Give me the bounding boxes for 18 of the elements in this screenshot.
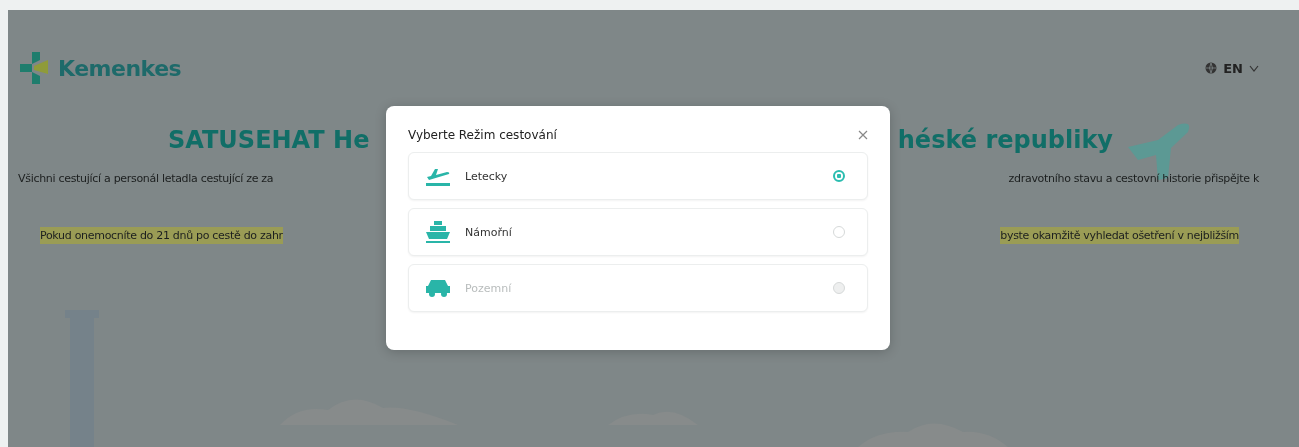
brand-logo: Kemenkes bbox=[58, 55, 182, 81]
globe-icon bbox=[1205, 62, 1218, 74]
radio-button[interactable] bbox=[833, 170, 845, 182]
intro-text: zdravotního stavu a cestovní historie přispějte k bbox=[1008, 172, 1259, 185]
close-button[interactable] bbox=[858, 130, 868, 140]
language-selector[interactable]: EN bbox=[1205, 60, 1259, 76]
intro-text: Všichni cestující a personál letadla cestující ze za bbox=[18, 172, 274, 185]
page-title: SATUSEHAT He bbox=[168, 126, 370, 154]
radio-button[interactable] bbox=[833, 226, 845, 238]
chevron-down-icon bbox=[1249, 64, 1259, 72]
car-icon bbox=[425, 278, 451, 298]
travel-mode-option[interactable]: Letecky bbox=[408, 152, 868, 200]
warning-text: Pokud onemocníte do 21 dnů po cestě do zahr bbox=[40, 227, 283, 244]
warning-text: byste okamžitě vyhledat ošetření v nejbližším bbox=[1000, 227, 1239, 244]
ship-icon bbox=[425, 220, 451, 244]
travel-mode-option[interactable]: Námořní bbox=[408, 208, 868, 256]
dialog-title: Vyberte Režim cestování bbox=[408, 128, 557, 142]
page-title: héské republiky bbox=[897, 126, 1113, 154]
